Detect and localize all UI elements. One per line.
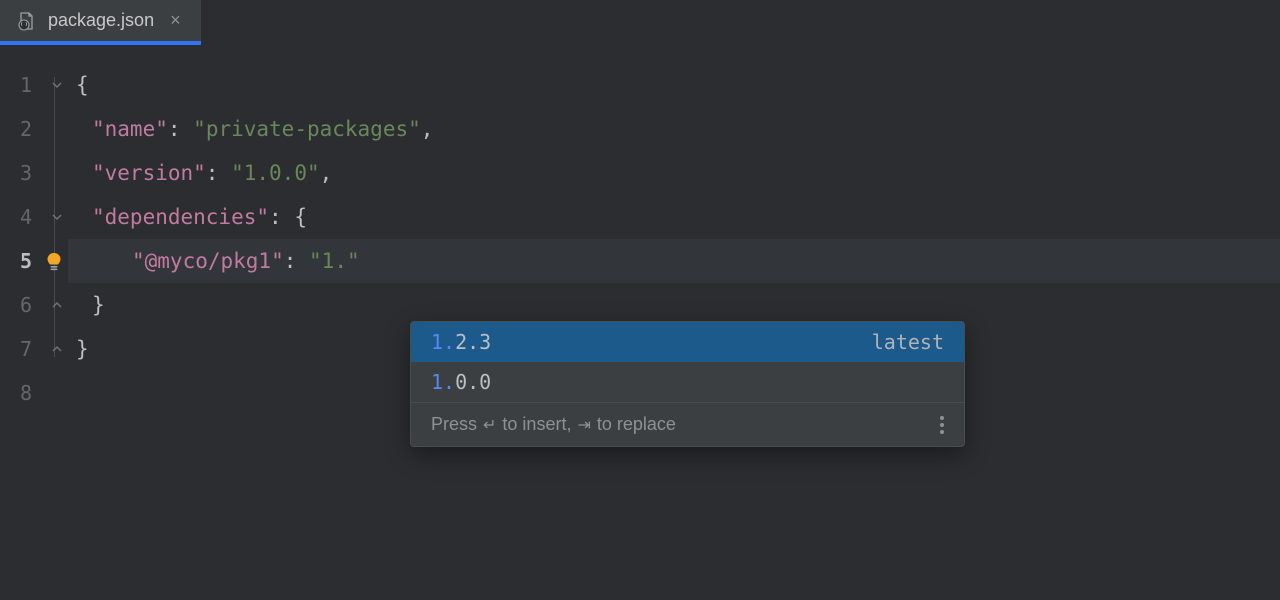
code-line[interactable]: "dependencies": {: [68, 195, 1280, 239]
colon-token: :: [284, 249, 297, 273]
comma-token: ,: [421, 117, 434, 141]
colon-token: :: [269, 205, 282, 229]
tab-package-json[interactable]: package.json ×: [0, 0, 201, 45]
comma-token: ,: [320, 161, 333, 185]
autocomplete-hint: Press ↵ to insert, ⇥ to replace: [431, 414, 676, 435]
code-line-active[interactable]: "@myco/pkg1": "1.": [68, 239, 1280, 283]
autocomplete-footer: Press ↵ to insert, ⇥ to replace: [411, 402, 964, 446]
brace-token: }: [92, 293, 105, 317]
tab-bar: package.json ×: [0, 0, 1280, 45]
brace-token: }: [76, 337, 89, 361]
version-match-prefix: 1.: [431, 330, 455, 354]
colon-token: :: [206, 161, 219, 185]
json-string: "1.": [309, 249, 360, 273]
editor: 1 2 3 4 5 6 7 8: [0, 45, 1280, 600]
json-key: "@myco/pkg1": [132, 249, 284, 273]
line-number-active: 5: [0, 239, 46, 283]
brace-token: {: [294, 205, 307, 229]
code-line[interactable]: "version": "1.0.0",: [68, 151, 1280, 195]
json-key: "name": [92, 117, 168, 141]
json-key: "version": [92, 161, 206, 185]
fold-close-icon[interactable]: [49, 341, 65, 357]
json-string: "private-packages": [193, 117, 421, 141]
version-match-prefix: 1.: [431, 370, 455, 394]
autocomplete-item-selected[interactable]: 1.2.3 latest: [411, 322, 964, 362]
json-file-icon: [16, 11, 36, 31]
lightbulb-icon[interactable]: [44, 251, 64, 271]
fold-close-icon[interactable]: [49, 297, 65, 313]
json-key: "dependencies": [92, 205, 269, 229]
autocomplete-item[interactable]: 1.0.0: [411, 362, 964, 402]
close-icon[interactable]: ×: [166, 10, 185, 31]
more-options-icon[interactable]: [940, 416, 944, 434]
fold-gutter: [46, 45, 68, 600]
line-number: 1: [0, 63, 46, 107]
json-string: "1.0.0": [231, 161, 320, 185]
line-number: 8: [0, 371, 46, 415]
line-number: 4: [0, 195, 46, 239]
code-line[interactable]: "name": "private-packages",: [68, 107, 1280, 151]
line-number: 6: [0, 283, 46, 327]
fold-open-icon[interactable]: [49, 77, 65, 93]
tab-key-icon: ⇥: [577, 415, 590, 435]
code-line[interactable]: {: [68, 63, 1280, 107]
line-number: 3: [0, 151, 46, 195]
fold-open-icon[interactable]: [49, 209, 65, 225]
tab-label: package.json: [48, 10, 154, 31]
version-rest: 2.3: [455, 330, 491, 354]
line-number: 7: [0, 327, 46, 371]
line-number-gutter: 1 2 3 4 5 6 7 8: [0, 45, 46, 600]
version-rest: 0.0: [455, 370, 491, 394]
autocomplete-popup: 1.2.3 latest 1.0.0 Press ↵ to insert, ⇥ …: [410, 321, 965, 447]
brace-token: {: [76, 73, 89, 97]
version-tag: latest: [872, 330, 944, 354]
colon-token: :: [168, 117, 181, 141]
enter-key-icon: ↵: [483, 415, 496, 435]
line-number: 2: [0, 107, 46, 151]
